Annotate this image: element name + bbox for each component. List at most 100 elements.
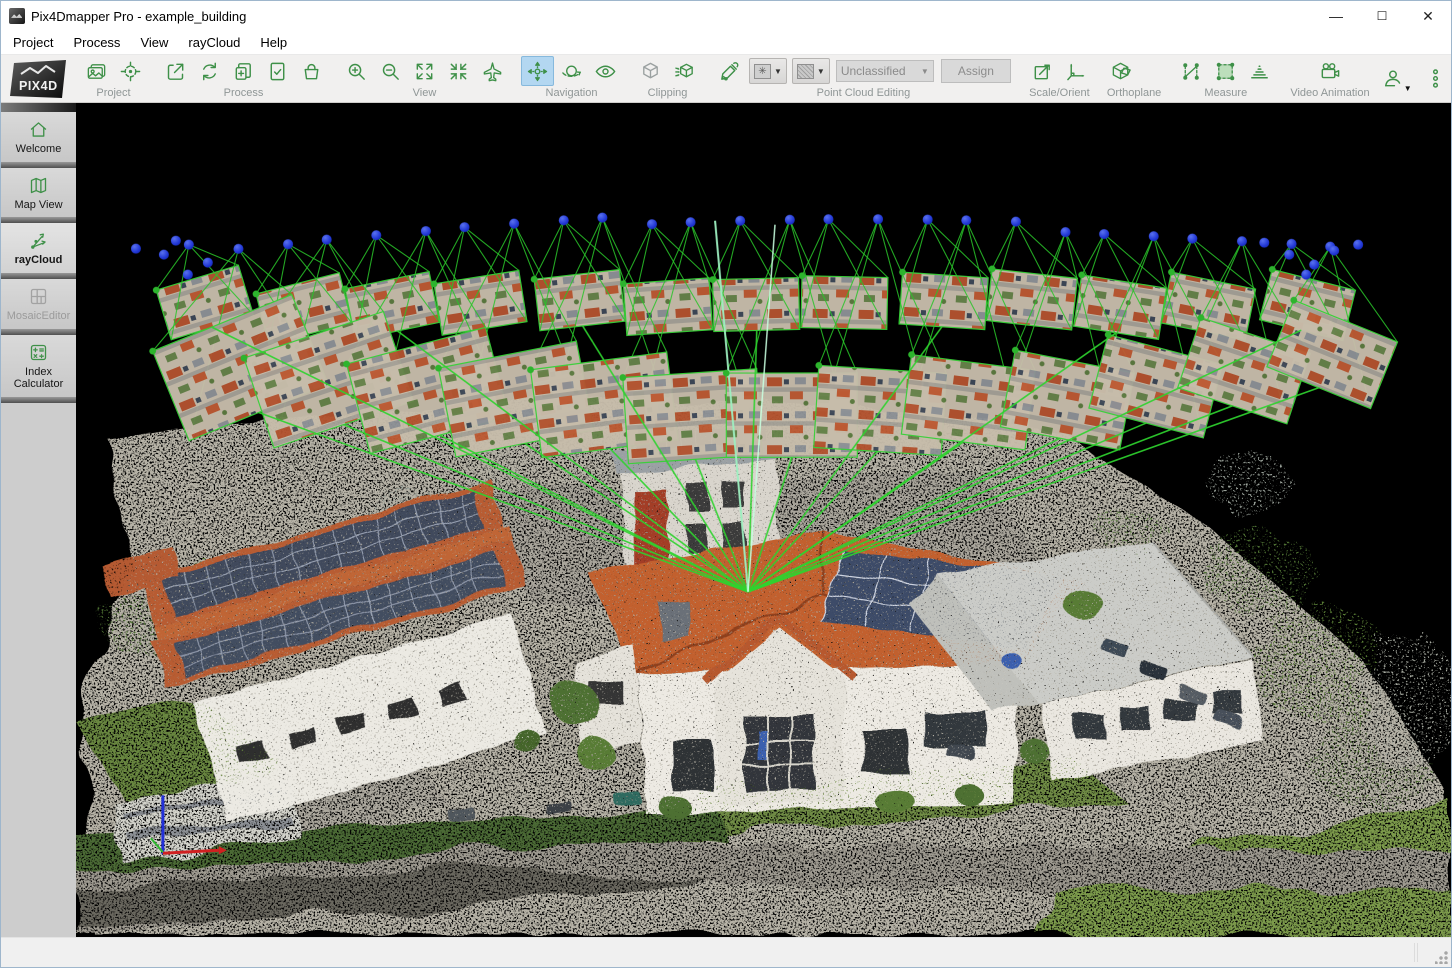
pan-tool-button[interactable] <box>521 56 554 86</box>
selection-region-dropdown[interactable]: ▼ <box>792 58 830 84</box>
project-images-icon <box>85 60 108 83</box>
sidebar-item-label: Welcome <box>16 143 62 156</box>
toolbar-group-scale-orient: Scale/Orient <box>1022 55 1097 102</box>
chevron-down-icon: ▼ <box>774 67 782 76</box>
clipping-box-button[interactable] <box>634 56 667 86</box>
menu-view[interactable]: View <box>130 33 178 52</box>
viewpoint-button[interactable] <box>589 56 622 86</box>
status-separator <box>1414 943 1415 962</box>
group-label-clipping: Clipping <box>634 86 701 102</box>
group-label-orthoplane: Orthoplane <box>1105 86 1163 102</box>
resize-grip-icon[interactable] <box>1435 951 1448 964</box>
classification-combo[interactable]: Unclassified ▼ <box>836 60 934 82</box>
quality-report-icon <box>266 60 289 83</box>
orthoplane-button[interactable] <box>1105 56 1138 86</box>
kebab-menu-icon <box>1424 67 1447 90</box>
chevron-down-icon: ▼ <box>1404 84 1412 93</box>
measure-volume-button[interactable] <box>1243 56 1276 86</box>
eye-icon <box>594 60 617 83</box>
raycloud-icon <box>28 230 49 251</box>
menu-process[interactable]: Process <box>63 33 130 52</box>
more-options-button[interactable] <box>1419 64 1452 94</box>
menu-project[interactable]: Project <box>3 33 63 52</box>
window-title: Pix4Dmapper Pro - example_building <box>31 9 246 24</box>
gcp-manager-button[interactable] <box>114 56 147 86</box>
classification-value: Unclassified <box>841 64 906 78</box>
edit-point-cloud-button[interactable] <box>713 56 746 86</box>
selection-mode-dropdown[interactable]: ✳ ▼ <box>749 58 787 84</box>
focus-view-button[interactable] <box>442 56 475 86</box>
menu-help[interactable]: Help <box>250 33 297 52</box>
group-label-measure: Measure <box>1175 86 1276 102</box>
zoom-out-button[interactable] <box>374 56 407 86</box>
orient-axes-icon <box>1065 60 1088 83</box>
video-animation-button[interactable] <box>1313 56 1346 86</box>
measure-area-button[interactable] <box>1209 56 1242 86</box>
toolbar-group-orthoplane: Orthoplane <box>1101 55 1167 102</box>
gcp-target-icon <box>119 60 142 83</box>
app-window: Pix4Dmapper Pro - example_building — ☐ ✕… <box>0 0 1452 968</box>
main-toolbar: PIX4D Project Process <box>1 55 1451 103</box>
toolbar-group-view: View <box>336 55 513 102</box>
project-images-button[interactable] <box>80 56 113 86</box>
zoom-in-button[interactable] <box>340 56 373 86</box>
process-start-button[interactable] <box>159 56 192 86</box>
process-start-icon <box>164 60 187 83</box>
airplane-icon <box>481 60 504 83</box>
maximize-button[interactable]: ☐ <box>1359 1 1405 31</box>
minimize-button[interactable]: — <box>1313 1 1359 31</box>
process-rematch-button[interactable] <box>227 56 260 86</box>
title-bar: Pix4Dmapper Pro - example_building — ☐ ✕ <box>1 1 1451 31</box>
user-icon <box>1381 67 1404 90</box>
sidebar-item-index-calculator[interactable]: Index Calculator <box>1 335 76 397</box>
mosaic-icon <box>28 286 49 307</box>
rematch-icon <box>232 60 255 83</box>
status-separator <box>1417 943 1418 962</box>
orthoplane-cube-icon <box>1110 60 1133 83</box>
zoom-in-icon <box>345 60 368 83</box>
status-bar <box>1 937 1451 967</box>
zoom-out-icon <box>379 60 402 83</box>
menu-bar: Project Process View rayCloud Help <box>1 31 1451 55</box>
fit-view-button[interactable] <box>408 56 441 86</box>
user-account-button[interactable]: ▼ <box>1376 64 1409 94</box>
menu-raycloud[interactable]: rayCloud <box>178 33 250 52</box>
measure-polyline-button[interactable] <box>1175 56 1208 86</box>
pix4d-logo-icon: PIX4D <box>8 58 70 100</box>
volume-layers-icon <box>1248 60 1271 83</box>
pan-arrows-icon <box>526 60 549 83</box>
process-reoptimize-button[interactable] <box>193 56 226 86</box>
sidebar-item-label: Map View <box>14 199 62 212</box>
clipping-edit-button[interactable] <box>668 56 701 86</box>
video-camera-icon <box>1318 60 1341 83</box>
sidebar-item-label: MosaicEditor <box>7 310 71 323</box>
trackball-tool-button[interactable] <box>555 56 588 86</box>
quality-report-button[interactable] <box>261 56 294 86</box>
sidebar-item-mosaic-editor[interactable]: MosaicEditor <box>1 279 76 329</box>
sidebar-item-map-view[interactable]: Map View <box>1 168 76 218</box>
sidebar-item-label: rayCloud <box>15 254 63 267</box>
assign-button[interactable]: Assign <box>941 59 1011 83</box>
raycloud-3d-viewport[interactable] <box>76 103 1451 937</box>
group-label-navigation: Navigation <box>521 86 622 102</box>
orient-button[interactable] <box>1060 56 1093 86</box>
selection-plus-icon: ✳ <box>754 64 771 79</box>
toolbar-group-process: Process <box>155 55 332 102</box>
pix4d-brand-badge: PIX4D <box>1 55 76 102</box>
toolbar-group-point-cloud-editing: ✳ ▼ ▼ Unclassified ▼ Assign Point Cloud … <box>709 55 1018 102</box>
toolbar-group-measure: Measure <box>1171 55 1280 102</box>
group-label-project: Project <box>80 86 147 102</box>
sidebar-item-welcome[interactable]: Welcome <box>1 112 76 162</box>
toolbar-group-navigation: Navigation <box>517 55 626 102</box>
flight-plan-button[interactable] <box>476 56 509 86</box>
close-button[interactable]: ✕ <box>1405 1 1451 31</box>
sidebar-filler <box>1 403 76 937</box>
scale-button[interactable] <box>1026 56 1059 86</box>
toolbar-group-video-animation: Video Animation <box>1284 55 1375 102</box>
sidebar-item-raycloud[interactable]: rayCloud <box>1 223 76 273</box>
contract-view-icon <box>447 60 470 83</box>
chevron-down-icon: ▼ <box>817 67 825 76</box>
open-results-button[interactable] <box>295 56 328 86</box>
reoptimize-icon <box>198 60 221 83</box>
group-label-view: View <box>340 86 509 102</box>
